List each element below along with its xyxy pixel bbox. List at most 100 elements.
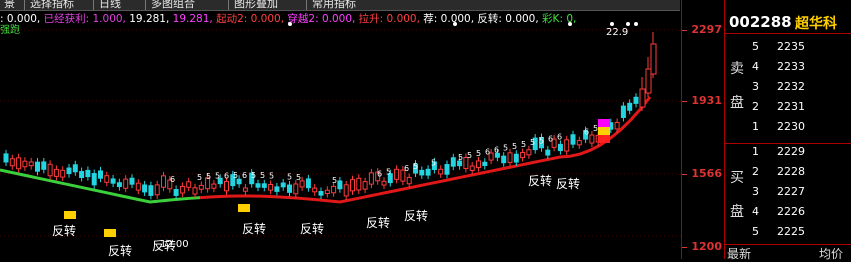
avg-price-label: 均价 [819,247,844,261]
highlight-bar [598,135,610,143]
highlight-bar [238,204,250,212]
candle-body [324,189,330,195]
level-price: 2227 [777,185,805,198]
buy-level-row[interactable]: 1 2229 [751,145,851,162]
candle-body [154,184,160,196]
candle-body [589,134,595,144]
candle-body [129,177,135,185]
quote-panel: 002288 超华科 卖 盘 买 盘 5 2235 4 2233 3 2232 2 2231 1… [724,0,851,261]
level-number: 3 [752,80,759,93]
level-number: 5 [752,40,759,53]
candle-body [60,169,66,178]
candle-body [261,183,267,188]
candle-body [337,180,343,190]
signal-number: 5 [260,171,265,180]
candle-body [520,152,526,159]
candle-body [72,164,78,173]
buy-side-label: 买 盘 [730,170,744,220]
toolbar-separator [306,0,307,10]
candle-body [331,185,337,194]
signal-number: 5 [458,153,463,162]
sell-level-row[interactable]: 2 2231 [751,100,851,117]
signal-number: 6 [242,171,247,180]
candlestick-chart[interactable]: 强跑反转反转 反转反转 反转 反转 反转反转 反转6 5 5 5 6 5 6 5 5 5 5 5 56 5 6 5 55 5… [0,11,681,259]
candle-body [293,183,299,195]
reversal-signal-label: 反转 [366,215,390,230]
price-axis-label: 1566 [691,167,722,180]
signal-number: 5 [476,149,481,158]
candle-body [255,183,261,188]
candle-body [41,161,47,170]
candle-body [142,184,148,193]
toolbar-separator [145,0,146,10]
candle-body [123,178,129,189]
candle-body [268,183,274,191]
signal-number: 5 [206,172,211,181]
candle-body [381,180,387,186]
signal-number: 5 [215,172,220,181]
reversal-signal-label: 反转 [300,221,324,236]
low-price-label: 12.00 [160,239,189,250]
candle-body [66,167,72,175]
candle-body [650,43,657,75]
price-axis-label: 1200 [691,240,722,253]
sell-level-row[interactable]: 5 2235 [751,40,851,57]
candle-body [627,102,633,111]
candle-body [469,165,475,172]
reversal-signal-label: 反转 [404,208,428,223]
signal-number: 6 [404,164,409,173]
buy-level-row[interactable]: 4 2226 [751,205,851,222]
candle-body [438,168,444,175]
candle-body [633,96,639,104]
sell-level-row[interactable]: 3 2232 [751,80,851,97]
signal-number: 5 [467,151,472,160]
toolbar-item-4[interactable]: 图形叠加 [234,0,278,10]
toolbar-item-2[interactable]: 日线 [99,0,121,10]
candle-body [645,68,652,94]
toolbar-item-5[interactable]: 常用指标 [312,0,356,10]
level-number: 4 [752,205,759,218]
toolbar: 景 选择指标 日线 多图组合 图形叠加 常用指标 [0,0,680,11]
candle-body [280,182,286,188]
candle-body [350,179,355,192]
reversal-signal-label: 反转 [52,223,76,238]
toolbar-item-0[interactable]: 景 [4,0,15,10]
signal-number: 5 [503,144,508,153]
candle-body [198,184,204,190]
top-marker [610,22,614,26]
buy-level-row[interactable]: 5 2225 [751,225,851,242]
candle-body [104,175,110,183]
toolbar-item-3[interactable]: 多图组合 [151,0,195,10]
signal-number: 5 [431,158,436,167]
price-axis: 2297 1931 1566 1200 [681,0,725,259]
level-price: 2229 [777,145,805,158]
candle-body [614,122,620,130]
candle-body [312,187,318,193]
candle-body [545,149,551,156]
toolbar-item-1[interactable]: 选择指标 [30,0,74,10]
candle-body [620,105,626,118]
candle-body [110,178,116,184]
price-axis-label: 2297 [691,23,722,36]
candle-body [305,178,311,189]
candle-body [394,168,400,180]
toolbar-separator [93,0,94,10]
highlight-bar [598,119,610,127]
candle-body [161,175,166,188]
sell-level-row[interactable]: 4 2233 [751,60,851,77]
top-marker [634,22,638,26]
candle-body [287,184,292,193]
buy-level-row[interactable]: 2 2228 [751,165,851,182]
quote-header: 002288 超华科 [725,11,851,34]
candle-body [9,158,15,167]
candle-body [242,187,248,192]
top-marker [568,22,572,26]
price-axis-tick [682,247,687,248]
candle-body [22,160,28,168]
candle-body [356,177,362,191]
buy-level-row[interactable]: 3 2227 [751,185,851,202]
candle-body [211,183,217,189]
level-number: 5 [752,225,759,238]
price-axis-tick [682,174,687,175]
sell-level-row[interactable]: 1 2230 [751,120,851,137]
